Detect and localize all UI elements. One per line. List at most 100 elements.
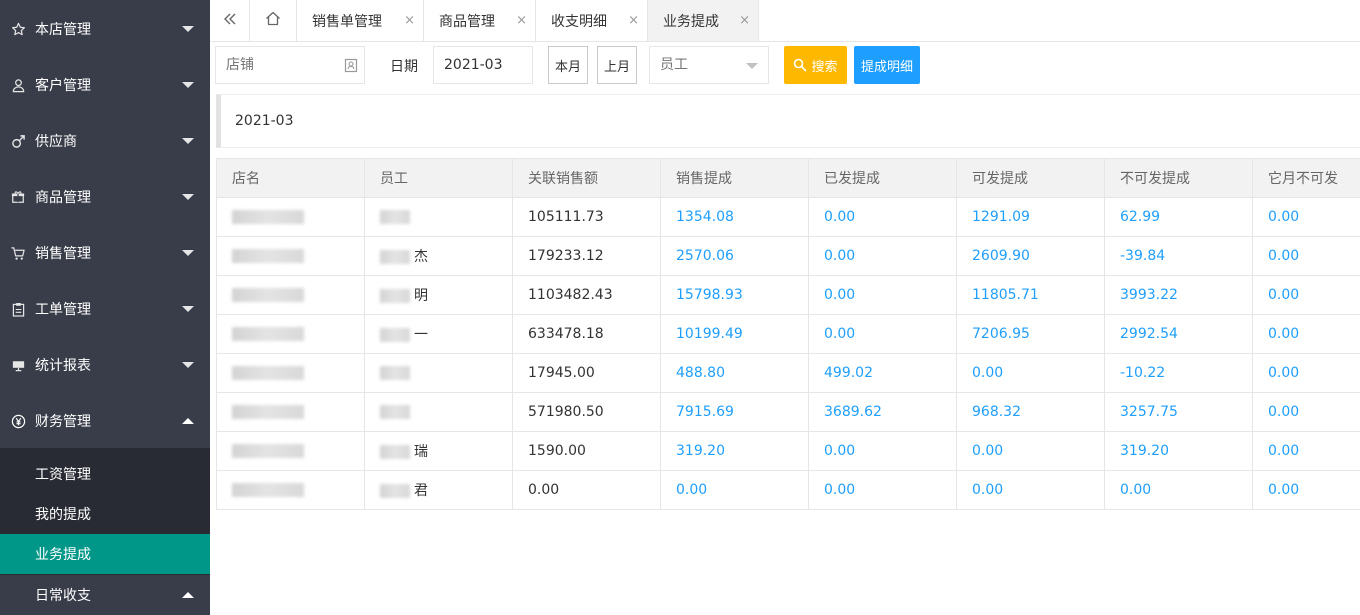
table-row[interactable]: 明 1103482.43 15798.93 0.00 11805.71 3993… xyxy=(216,275,1360,315)
commission-cell[interactable]: 10199.49 xyxy=(660,314,809,354)
table-row[interactable]: 瑞 1590.00 319.20 0.00 0.00 319.20 0.00 xyxy=(216,431,1360,471)
collapse-sidebar-button[interactable] xyxy=(210,0,250,41)
paid-cell[interactable]: 0.00 xyxy=(808,236,957,276)
commission-cell[interactable]: 2570.06 xyxy=(660,236,809,276)
payable-cell[interactable]: 7206.95 xyxy=(956,314,1105,354)
paid-cell[interactable]: 3689.62 xyxy=(808,392,957,432)
close-icon[interactable]: × xyxy=(404,13,415,28)
other-month-cell[interactable]: 0.00 xyxy=(1252,314,1360,354)
commission-cell[interactable]: 319.20 xyxy=(660,431,809,471)
unpayable-cell[interactable]: 319.20 xyxy=(1104,431,1253,471)
table-row[interactable]: 君 0.00 0.00 0.00 0.00 0.00 0.00 xyxy=(216,470,1360,510)
store-select[interactable] xyxy=(215,46,365,84)
search-button[interactable]: 搜索 xyxy=(784,46,847,84)
sidebar-item-products[interactable]: 商品管理 xyxy=(0,169,210,225)
sidebar-item-sales[interactable]: 销售管理 xyxy=(0,225,210,281)
commission-cell[interactable]: 15798.93 xyxy=(660,275,809,315)
column-header: 关联销售额 xyxy=(512,158,661,198)
payable-cell[interactable]: 11805.71 xyxy=(956,275,1105,315)
sidebar-subitem-label: 我的提成 xyxy=(35,507,91,523)
commission-cell[interactable]: 488.80 xyxy=(660,353,809,393)
payable-cell[interactable]: 1291.09 xyxy=(956,197,1105,237)
sidebar-subitem-salary[interactable]: 工资管理 xyxy=(0,454,210,494)
redacted-text xyxy=(232,249,304,263)
sidebar-subitem-business-commission[interactable]: 业务提成 xyxy=(0,534,210,574)
other-month-cell[interactable]: 0.00 xyxy=(1252,353,1360,393)
paid-cell[interactable]: 0.00 xyxy=(808,470,957,510)
unpayable-cell[interactable]: -39.84 xyxy=(1104,236,1253,276)
commission-cell[interactable]: 7915.69 xyxy=(660,392,809,432)
unpayable-cell[interactable]: -10.22 xyxy=(1104,353,1253,393)
sidebar-item-label: 日常收支 xyxy=(35,588,91,604)
employee-cell xyxy=(364,197,513,237)
this-month-button[interactable]: 本月 xyxy=(548,46,588,84)
unpayable-cell[interactable]: 3993.22 xyxy=(1104,275,1253,315)
sidebar-item-daily[interactable]: 日常收支 xyxy=(0,575,210,615)
tab-income-expense[interactable]: 收支明细 × xyxy=(536,0,648,41)
sidebar-item-finance[interactable]: 财务管理 xyxy=(0,393,210,449)
store-cell xyxy=(216,431,365,471)
commission-cell[interactable]: 1354.08 xyxy=(660,197,809,237)
other-month-cell[interactable]: 0.00 xyxy=(1252,431,1360,471)
close-icon[interactable]: × xyxy=(628,13,639,28)
unpayable-cell[interactable]: 0.00 xyxy=(1104,470,1253,510)
table-row[interactable]: 105111.73 1354.08 0.00 1291.09 62.99 0.0… xyxy=(216,197,1360,237)
home-tab[interactable] xyxy=(250,0,297,41)
tab-products[interactable]: 商品管理 × xyxy=(424,0,536,41)
date-input[interactable] xyxy=(433,46,533,84)
other-month-cell[interactable]: 0.00 xyxy=(1252,470,1360,510)
sidebar-subitem-my-commission[interactable]: 我的提成 xyxy=(0,494,210,534)
payable-cell[interactable]: 0.00 xyxy=(956,470,1105,510)
column-header: 店名 xyxy=(216,158,365,198)
sidebar-item-label: 统计报表 xyxy=(35,358,91,374)
sales-cell: 0.00 xyxy=(512,470,661,510)
sidebar-item-suppliers[interactable]: 供应商 xyxy=(0,113,210,169)
paid-cell[interactable]: 0.00 xyxy=(808,431,957,471)
last-month-button[interactable]: 上月 xyxy=(597,46,637,84)
table-row[interactable]: 杰 179233.12 2570.06 0.00 2609.90 -39.84 … xyxy=(216,236,1360,276)
sidebar-item-workorders[interactable]: 工单管理 xyxy=(0,281,210,337)
paid-cell[interactable]: 0.00 xyxy=(808,314,957,354)
chevron-down-icon xyxy=(182,26,194,32)
redacted-text xyxy=(232,366,304,380)
sidebar-item-reports[interactable]: 统计报表 xyxy=(0,337,210,393)
tab-sales-orders[interactable]: 销售单管理 × xyxy=(297,0,424,41)
payable-cell[interactable]: 968.32 xyxy=(956,392,1105,432)
table-row[interactable]: 17945.00 488.80 499.02 0.00 -10.22 0.00 xyxy=(216,353,1360,393)
sales-cell: 179233.12 xyxy=(512,236,661,276)
sidebar-item-customers[interactable]: 客户管理 xyxy=(0,57,210,113)
table-row[interactable]: 一 633478.18 10199.49 0.00 7206.95 2992.5… xyxy=(216,314,1360,354)
commission-cell[interactable]: 0.00 xyxy=(660,470,809,510)
contact-card-icon xyxy=(344,58,358,77)
sales-cell: 105111.73 xyxy=(512,197,661,237)
column-header: 不可发提成 xyxy=(1104,158,1253,198)
gift-icon xyxy=(10,189,26,205)
payable-cell[interactable]: 0.00 xyxy=(956,353,1105,393)
close-icon[interactable]: × xyxy=(516,13,527,28)
other-month-cell[interactable]: 0.00 xyxy=(1252,236,1360,276)
paid-cell[interactable]: 0.00 xyxy=(808,275,957,315)
other-month-cell[interactable]: 0.00 xyxy=(1252,275,1360,315)
redacted-text xyxy=(380,210,410,224)
table-row[interactable]: 571980.50 7915.69 3689.62 968.32 3257.75… xyxy=(216,392,1360,432)
employee-cell: 杰 xyxy=(364,236,513,276)
tab-business-commission[interactable]: 业务提成 × xyxy=(648,0,759,41)
redacted-text xyxy=(380,445,410,459)
payable-cell[interactable]: 0.00 xyxy=(956,431,1105,471)
paid-cell[interactable]: 499.02 xyxy=(808,353,957,393)
unpayable-cell[interactable]: 3257.75 xyxy=(1104,392,1253,432)
other-month-cell[interactable]: 0.00 xyxy=(1252,197,1360,237)
redacted-text xyxy=(232,327,304,341)
unpayable-cell[interactable]: 62.99 xyxy=(1104,197,1253,237)
close-icon[interactable]: × xyxy=(739,13,750,28)
search-icon xyxy=(793,58,808,72)
commission-detail-button[interactable]: 提成明细 xyxy=(854,46,920,84)
sales-cell: 571980.50 xyxy=(512,392,661,432)
paid-cell[interactable]: 0.00 xyxy=(808,197,957,237)
redacted-text xyxy=(232,288,304,302)
sidebar-item-store[interactable]: 本店管理 xyxy=(0,1,210,57)
chevron-up-icon xyxy=(182,418,194,424)
unpayable-cell[interactable]: 2992.54 xyxy=(1104,314,1253,354)
other-month-cell[interactable]: 0.00 xyxy=(1252,392,1360,432)
payable-cell[interactable]: 2609.90 xyxy=(956,236,1105,276)
